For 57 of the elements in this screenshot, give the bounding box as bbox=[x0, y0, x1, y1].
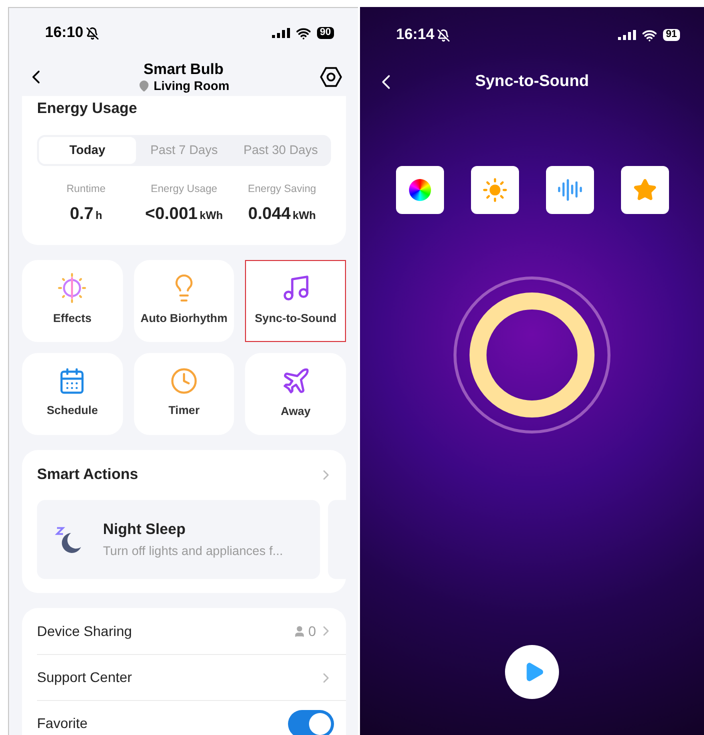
mode-button[interactable] bbox=[620, 166, 668, 214]
stat-value: <0.001 bbox=[145, 203, 198, 226]
section-title: Energy Usage bbox=[37, 99, 138, 119]
settings-label[interactable]: Favorite bbox=[37, 713, 88, 734]
stat-label: Runtime bbox=[66, 182, 106, 196]
stat-value: 0.7 bbox=[70, 203, 94, 226]
airplane-icon bbox=[280, 366, 311, 396]
feature-tile[interactable]: Schedule bbox=[22, 352, 123, 435]
stat-unit: h bbox=[95, 209, 102, 224]
action-description: Turn off lights and appliances f... bbox=[103, 542, 283, 560]
person-icon bbox=[293, 624, 306, 638]
stat-unit: kWh bbox=[292, 209, 316, 224]
share-count: 0 bbox=[308, 622, 316, 641]
signal-icon bbox=[618, 30, 636, 40]
action-card[interactable]: Night Sleep Turn off lights and appliances f... bbox=[37, 500, 320, 580]
sun-icon bbox=[482, 177, 508, 203]
mode-button[interactable] bbox=[546, 166, 594, 214]
mode-button[interactable] bbox=[396, 166, 444, 214]
feature-tile[interactable]: Effects bbox=[22, 260, 123, 342]
stat-label: Energy Saving bbox=[248, 182, 316, 196]
wifi-icon bbox=[642, 28, 657, 42]
mode-button[interactable] bbox=[470, 166, 518, 214]
moon-sleep-icon bbox=[55, 524, 83, 555]
location-label: Living Room bbox=[154, 78, 230, 94]
location-pin-icon bbox=[138, 80, 150, 92]
stat-label: Energy Usage bbox=[150, 182, 218, 196]
feature-tile[interactable]: Timer bbox=[134, 352, 234, 435]
wifi-icon bbox=[296, 26, 311, 40]
feature-tile[interactable]: Sync-to-Sound bbox=[245, 260, 346, 342]
bell-off-icon bbox=[437, 28, 450, 42]
play-button[interactable] bbox=[505, 645, 559, 699]
status-time: 16:10 bbox=[45, 22, 84, 43]
star-icon bbox=[632, 178, 656, 202]
settings-label[interactable]: Device Sharing bbox=[37, 620, 132, 642]
settings-icon[interactable] bbox=[320, 66, 342, 88]
clock-icon bbox=[170, 367, 198, 396]
battery-indicator: 91 bbox=[662, 29, 680, 41]
action-title: Night Sleep bbox=[103, 520, 187, 540]
status-time: 16:14 bbox=[396, 24, 434, 45]
color-wheel-icon bbox=[408, 179, 430, 201]
battery-indicator: 90 bbox=[316, 27, 334, 39]
feature-tile[interactable]: Away bbox=[245, 352, 346, 435]
half-circle-rays-icon bbox=[57, 273, 88, 304]
period-tab[interactable]: Today bbox=[39, 136, 136, 164]
settings-label[interactable]: Support Center bbox=[37, 667, 132, 688]
feature-tile[interactable]: Auto Biorhythm bbox=[134, 260, 234, 342]
stat-value: 0.044 bbox=[248, 203, 291, 226]
signal-icon bbox=[272, 28, 290, 38]
calendar-icon bbox=[58, 367, 86, 396]
screen-title: Sync-to-Sound bbox=[475, 72, 589, 92]
waveform-icon bbox=[556, 177, 582, 203]
section-title: Smart Actions bbox=[37, 464, 138, 485]
bell-off-icon bbox=[86, 26, 100, 40]
music-note-icon bbox=[280, 273, 311, 304]
stat-unit: kWh bbox=[200, 209, 223, 224]
device-title: Smart Bulb bbox=[143, 60, 224, 78]
favorite-toggle[interactable] bbox=[288, 710, 334, 735]
